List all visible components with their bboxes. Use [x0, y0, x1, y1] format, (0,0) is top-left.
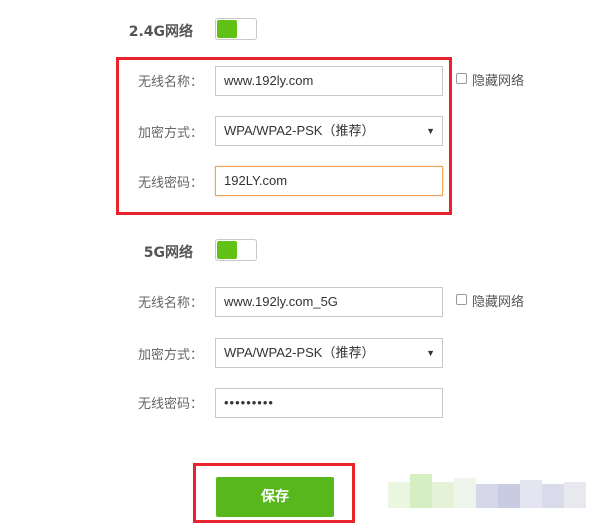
encryption-value-5g: WPA/WPA2-PSK（推荐） — [224, 345, 375, 360]
hide-network-label-2g: 隐藏网络 — [472, 74, 525, 89]
toggle-2g[interactable] — [215, 18, 257, 40]
ssid-input-5g[interactable]: www.192ly.com_5G — [215, 287, 443, 317]
hide-network-label-5g: 隐藏网络 — [472, 295, 525, 310]
toggle-5g[interactable] — [215, 239, 257, 261]
ssid-label-5g: 无线名称： — [137, 296, 203, 311]
password-label-2g: 无线密码： — [137, 176, 203, 191]
encryption-value-2g: WPA/WPA2-PSK（推荐） — [224, 123, 375, 138]
encryption-select-5g[interactable]: WPA/WPA2-PSK（推荐） ▼ — [215, 338, 443, 368]
encryption-select-2g[interactable]: WPA/WPA2-PSK（推荐） ▼ — [215, 116, 443, 146]
triangle-down-icon: ▼ — [426, 126, 435, 136]
triangle-down-icon: ▼ — [426, 348, 435, 358]
section-title-2g: 2.4G网络 — [128, 24, 193, 40]
pixelated-watermark — [388, 468, 592, 508]
hide-network-checkbox-5g[interactable] — [456, 294, 467, 305]
ssid-input-2g[interactable]: www.192ly.com — [215, 66, 443, 96]
password-label-5g: 无线密码： — [137, 397, 203, 412]
section-title-5g: 5G网络 — [143, 245, 193, 261]
password-input-2g[interactable]: 192LY.com — [215, 166, 443, 196]
encryption-label-2g: 加密方式： — [137, 126, 203, 141]
hide-network-checkbox-2g[interactable] — [456, 73, 467, 84]
encryption-label-5g: 加密方式： — [137, 348, 203, 363]
toggle-knob — [217, 20, 237, 38]
toggle-knob — [217, 241, 237, 259]
password-input-5g[interactable]: ••••••••• — [215, 388, 443, 418]
ssid-label-2g: 无线名称： — [137, 75, 203, 90]
save-button[interactable]: 保存 — [216, 477, 334, 517]
